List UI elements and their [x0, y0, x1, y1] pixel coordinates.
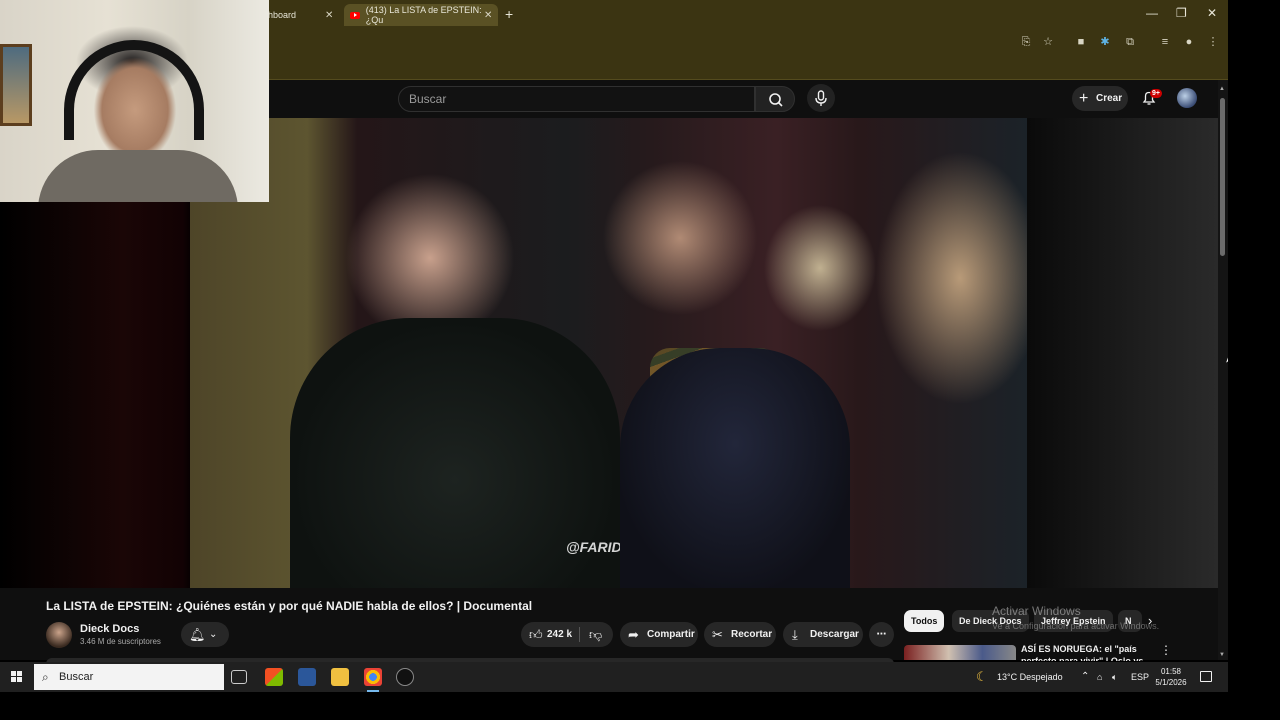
create-button[interactable]: + Crear	[1072, 86, 1128, 111]
extension-icon[interactable]: ✱	[1098, 35, 1112, 49]
bell-icon: 🔔︎	[189, 627, 206, 642]
clip-label: Recortar	[731, 629, 773, 640]
scrollbar-thumb[interactable]	[1220, 98, 1225, 256]
clock[interactable]: 01:58 5/1/2026	[1150, 666, 1192, 688]
search-icon	[769, 93, 783, 107]
windows-taskbar: ⌕ Buscar ☾ 13°C Despejado ⌃ ⌂ 🔈︎ ESP 01:…	[0, 662, 1228, 692]
menu-icon[interactable]: ⋮	[1206, 35, 1220, 49]
file-explorer-icon[interactable]	[331, 668, 349, 686]
language-indicator[interactable]: ESP	[1131, 662, 1149, 692]
moon-weather-icon[interactable]: ☾	[976, 662, 988, 692]
screen-border	[1228, 0, 1280, 720]
windows-activation-subtext: Ve a Configuración para activar Windows.	[992, 621, 1160, 631]
window-close-button[interactable]: ✕	[1207, 6, 1217, 20]
restore-button[interactable]: ❐	[1176, 6, 1187, 20]
chrome-icon[interactable]	[364, 668, 382, 692]
video-scene-detail	[650, 348, 780, 588]
like-dislike-group: 👍︎ 242 k 👎︎	[521, 622, 613, 647]
divider	[579, 627, 580, 642]
download-icon: ⤓	[792, 627, 798, 642]
video-frame: @FARIDIECK	[190, 118, 1027, 588]
channel-avatar[interactable]	[46, 622, 72, 648]
thumbs-up-icon[interactable]: 👍︎	[529, 622, 543, 647]
search-icon: ⌕	[42, 670, 49, 684]
extensions-puzzle-icon[interactable]: ⧉	[1123, 35, 1137, 49]
clock-date: 5/1/2026	[1155, 678, 1187, 687]
voice-search-button[interactable]	[807, 84, 835, 112]
share-button[interactable]: ➦ Compartir	[620, 622, 698, 647]
browser-tab-dashboard[interactable]: hboard ✕	[268, 4, 342, 26]
share-icon: ➦	[628, 627, 639, 642]
video-watermark: @FARIDIECK	[566, 539, 656, 555]
subscription-bell-button[interactable]: 🔔︎ ⌄	[181, 622, 229, 647]
extension-icon[interactable]: ■	[1074, 35, 1088, 49]
windows-activation-watermark: Activar Windows	[992, 604, 1081, 618]
thumbs-down-icon[interactable]: 👎︎	[589, 622, 602, 647]
wall-painting	[0, 44, 32, 126]
search-button[interactable]	[755, 86, 795, 112]
word-icon[interactable]	[298, 668, 316, 686]
share-label: Compartir	[647, 629, 695, 640]
new-tab-button[interactable]: +	[505, 6, 513, 22]
windows-start-icon[interactable]	[11, 671, 22, 682]
clock-time: 01:58	[1160, 667, 1182, 676]
tab-label: hboard	[268, 10, 297, 20]
chevron-up-icon[interactable]: ⌃	[1081, 662, 1089, 692]
tab-close-icon[interactable]: ✕	[325, 10, 333, 21]
scroll-down-arrow-icon[interactable]: ▼	[1219, 652, 1225, 658]
scroll-up-arrow-icon[interactable]: ▲	[1219, 86, 1225, 92]
more-icon: ⋯	[876, 629, 887, 640]
subscriber-count: 3.46 M de suscriptores	[80, 637, 161, 646]
video-title: La LISTA de EPSTEIN: ¿Quiénes están y po…	[46, 599, 533, 613]
download-button[interactable]: ⤓ Descargar	[783, 622, 863, 647]
clip-button[interactable]: ✂ Recortar	[704, 622, 776, 647]
browser-tab-youtube[interactable]: (413) La LISTA de EPSTEIN: ¿Qu ✕	[344, 4, 498, 26]
star-icon[interactable]: ☆	[1041, 35, 1055, 49]
account-avatar[interactable]	[1177, 88, 1197, 108]
recommended-video-title[interactable]: ASÍ ES NORUEGA: el "país perfecto para v…	[1021, 643, 1161, 661]
person-shirt	[38, 150, 238, 202]
like-count[interactable]: 242 k	[547, 622, 572, 647]
taskbar-search-label: Buscar	[59, 671, 94, 683]
webcam-overlay	[0, 0, 269, 202]
obs-icon[interactable]	[396, 668, 414, 686]
store-icon[interactable]	[265, 668, 283, 686]
tab-close-icon[interactable]: ✕	[484, 10, 492, 21]
weather-text[interactable]: 13°C Despejado	[997, 662, 1063, 692]
volume-icon[interactable]: 🔈︎	[1112, 662, 1117, 692]
more-actions-button[interactable]: ⋯	[869, 622, 894, 647]
microphone-icon	[815, 90, 827, 106]
scissors-icon: ✂	[712, 627, 723, 642]
channel-name[interactable]: Dieck Docs	[80, 623, 139, 635]
player-letterbox	[1027, 118, 1218, 588]
tab-label: (413) La LISTA de EPSTEIN: ¿Qu	[365, 5, 482, 25]
headset	[64, 40, 204, 140]
network-icon[interactable]: ⌂	[1097, 662, 1102, 692]
taskbar-search-box[interactable]: ⌕ Buscar	[34, 664, 224, 690]
cast-icon[interactable]: ⎘	[1019, 35, 1033, 49]
notification-badge: 9+	[1150, 89, 1162, 98]
profile-icon[interactable]: ●	[1182, 35, 1196, 49]
create-label: Crear	[1096, 93, 1123, 104]
search-input[interactable]: Buscar	[398, 86, 755, 112]
notification-center-icon[interactable]	[1200, 671, 1212, 682]
chevron-down-icon: ⌄	[209, 629, 218, 640]
kebab-menu-icon[interactable]: ⋮	[1160, 643, 1172, 657]
screen-border	[0, 692, 1280, 720]
page-scrollbar[interactable]: ▲ ▼	[1218, 80, 1228, 660]
plus-icon: +	[1079, 90, 1089, 107]
chip-todos[interactable]: Todos	[904, 610, 945, 632]
media-icon[interactable]: ≡	[1158, 35, 1172, 49]
youtube-favicon-icon	[350, 11, 360, 19]
task-view-icon[interactable]	[231, 670, 247, 684]
download-label: Descargar	[810, 629, 859, 640]
minimize-button[interactable]: —	[1146, 6, 1158, 20]
recommended-video-thumbnail[interactable]	[904, 645, 1016, 660]
